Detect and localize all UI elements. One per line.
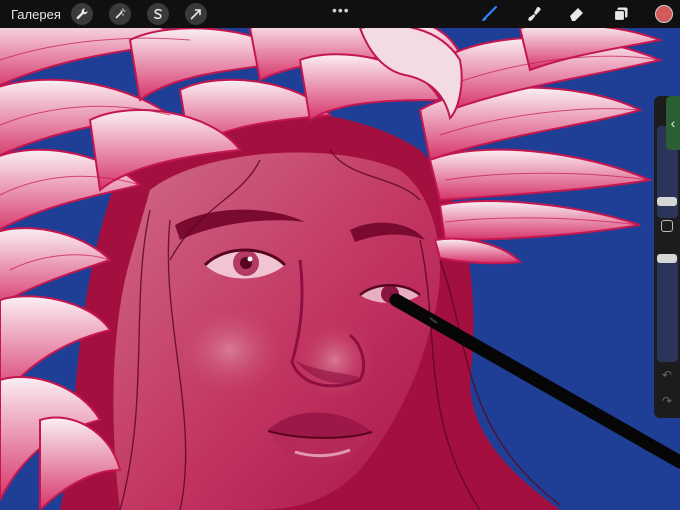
gallery-button[interactable]: Галерея (11, 7, 61, 22)
top-toolbar: Галерея ••• (0, 0, 680, 28)
opacity-handle[interactable] (657, 254, 677, 263)
drawing-canvas[interactable] (0, 0, 680, 510)
sidebar-collapse-button[interactable]: ‹ (666, 96, 680, 150)
redo-icon[interactable]: ↷ (662, 394, 672, 408)
current-color-swatch[interactable] (655, 5, 673, 23)
brush-icon[interactable] (478, 3, 500, 25)
undo-icon[interactable]: ↶ (662, 368, 672, 382)
smudge-icon[interactable] (524, 3, 546, 25)
transform-arrow-icon[interactable] (184, 3, 207, 25)
selection-s-icon[interactable] (146, 3, 169, 25)
more-menu-icon[interactable]: ••• (332, 2, 350, 18)
modify-button[interactable] (661, 220, 673, 232)
opacity-slider[interactable] (657, 254, 678, 362)
brush-size-handle[interactable] (657, 196, 677, 206)
wrench-icon[interactable] (70, 3, 93, 25)
eraser-icon[interactable] (566, 3, 588, 25)
layers-icon[interactable] (610, 3, 632, 25)
magic-wand-icon[interactable] (108, 3, 131, 25)
